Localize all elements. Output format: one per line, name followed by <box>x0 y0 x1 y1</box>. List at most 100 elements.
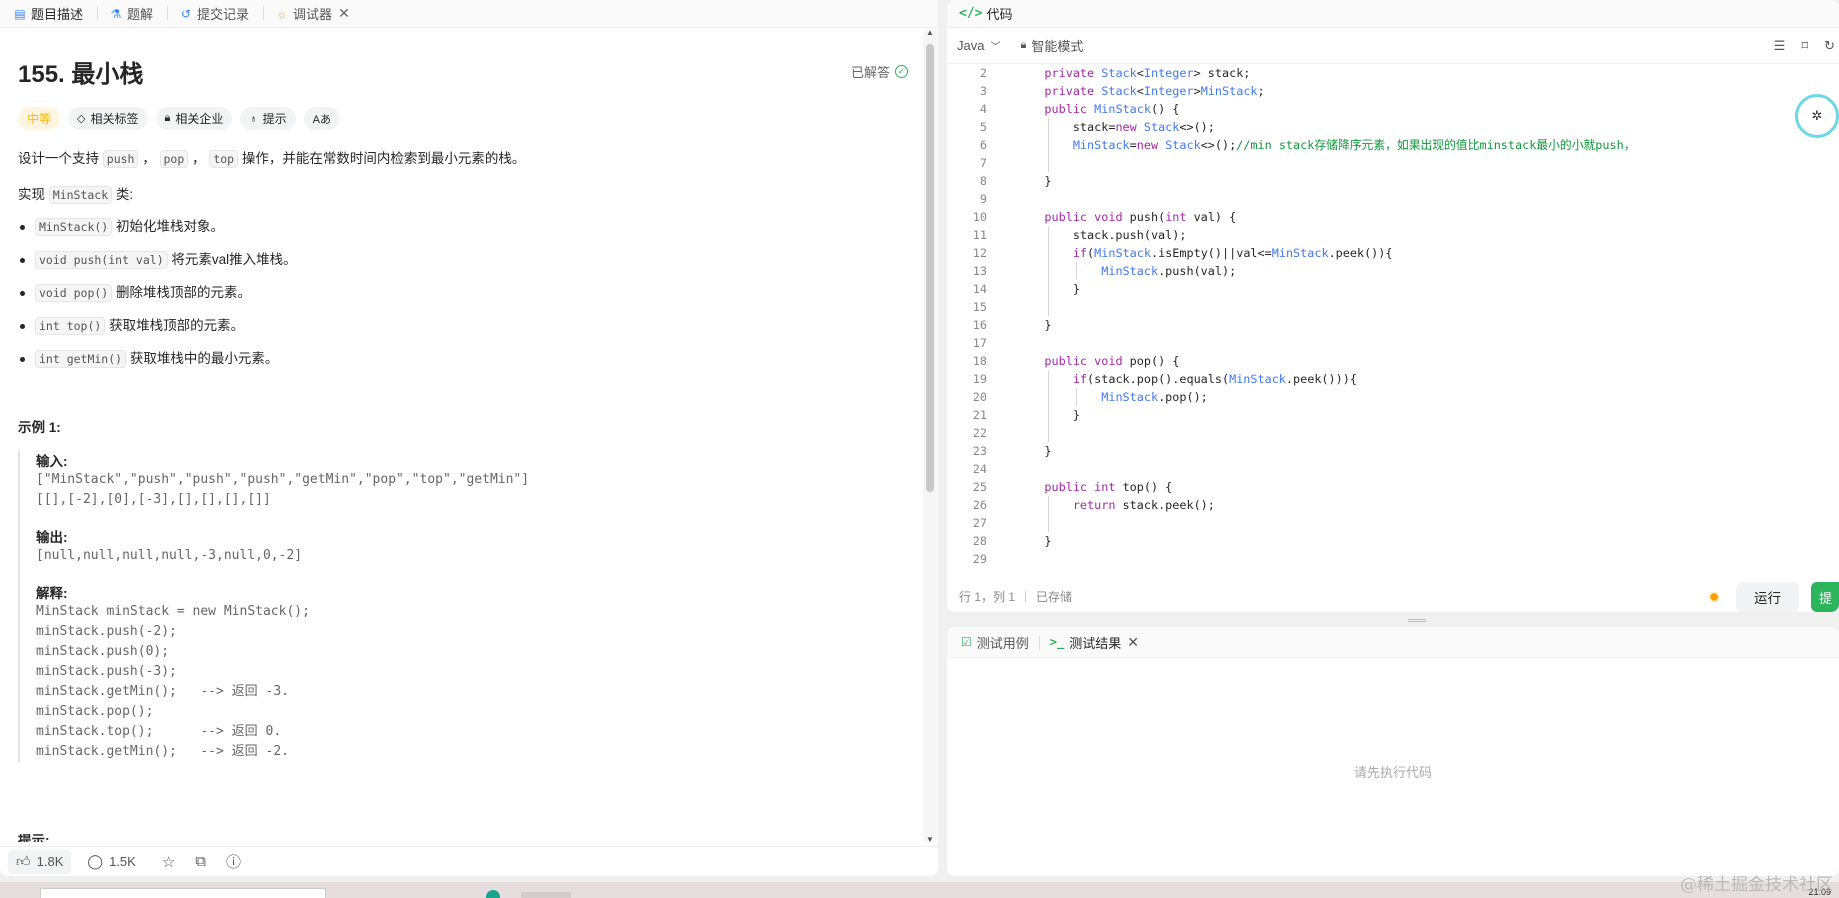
inline-code: pop <box>159 150 189 168</box>
solved-badge: 已解答 ✓ <box>851 62 908 81</box>
explain-line: minStack.getMin(); --> 返回 -2. <box>36 744 289 759</box>
line-number: 14 <box>972 282 987 296</box>
tab-divider <box>263 7 265 20</box>
scroll-down-icon[interactable]: ▼ <box>926 835 934 844</box>
left-tabbar: ▤ 题目描述 ⚗ 题解 ↺ 提交记录 ☼ 调试器 ✕ <box>0 0 938 28</box>
hint-button[interactable]: ♁ 提示 <box>240 107 296 130</box>
scrollbar[interactable]: ▲ ▼ <box>923 28 937 844</box>
help-icon[interactable]: ⓘ <box>226 851 241 872</box>
method-text: 获取堆栈顶部的元素。 <box>109 318 245 333</box>
code-line: 29 <box>947 550 1839 566</box>
submit-button[interactable]: 提 <box>1811 582 1839 612</box>
line-number: 10 <box>972 210 987 224</box>
panel-resize-handle[interactable] <box>1408 619 1426 622</box>
run-button[interactable]: 运行 <box>1736 582 1799 612</box>
related-tags-button[interactable]: ◇ 相关标签 <box>68 107 148 130</box>
line-number: 28 <box>972 534 987 548</box>
hint-label: 提示 <box>262 112 287 126</box>
tab-test-result[interactable]: >_ 测试结果 ✕ <box>1050 633 1139 652</box>
star-icon[interactable]: ☆ <box>162 853 175 871</box>
code-line: 10 public void push(int val) { <box>947 208 1839 226</box>
bookmark-icon[interactable]: ⌑ <box>1801 38 1808 54</box>
desc-text: 类: <box>115 187 134 202</box>
format-icon[interactable]: ☰ <box>1774 38 1786 54</box>
lightbulb-icon: ♁ <box>249 112 258 125</box>
translate-button[interactable]: Aあ <box>303 107 340 130</box>
saved-status: 已存储 <box>1036 589 1073 604</box>
close-icon[interactable]: ✕ <box>338 5 350 22</box>
difficulty-badge: 中等 <box>18 107 61 130</box>
line-number: 8 <box>979 174 987 188</box>
line-number: 18 <box>972 354 987 368</box>
test-panel: ☑ 测试用例 >_ 测试结果 ✕ 请先执行代码 <box>947 627 1839 876</box>
tab-description[interactable]: ▤ 题目描述 <box>14 0 95 28</box>
bottom-action-bar: 👍︎ 1.8K ◯ 1.5K ☆ ⧉ ⓘ <box>0 846 938 876</box>
list-item: int top() 获取堆栈顶部的元素。 <box>18 315 908 337</box>
cursor-position: 行 1，列 1 <box>959 589 1016 604</box>
input-line: ["MinStack","push","push","push","getMin… <box>36 472 530 487</box>
hints-heading: 提示: <box>18 834 50 842</box>
explain-line: MinStack minStack = new MinStack(); <box>36 604 310 619</box>
page-title[interactable]: 155. 最小栈 <box>18 54 143 89</box>
code-line: 19 if(stack.pop().equals(MinStack.peek()… <box>947 370 1839 388</box>
line-number: 11 <box>972 228 987 242</box>
code-line: 5 stack=new Stack<>(); <box>947 118 1839 136</box>
like-button[interactable]: 👍︎ 1.8K <box>8 849 72 874</box>
taskbar-search[interactable] <box>40 888 326 898</box>
line-number: 29 <box>972 552 987 566</box>
code-header: </> 代码 <box>947 0 1839 28</box>
document-icon: ▤ <box>14 6 26 21</box>
scroll-up-icon[interactable]: ▲ <box>926 28 934 37</box>
tab-solutions[interactable]: ⚗ 题解 <box>110 0 165 28</box>
line-number: 27 <box>972 516 987 530</box>
app-icon[interactable] <box>486 890 500 898</box>
comment-button[interactable]: ◯ 1.5K <box>79 850 143 874</box>
assistant-avatar-icon[interactable]: ✲ <box>1795 94 1839 138</box>
desc-text: 实现 <box>18 187 45 202</box>
code-line: 11 stack.push(val); <box>947 226 1839 244</box>
explain-label: 解释: <box>36 586 68 601</box>
method-text: 将元素val推入堆栈。 <box>171 252 297 267</box>
app-icon[interactable] <box>521 892 571 898</box>
debug-icon[interactable]: ✹ <box>1708 589 1720 606</box>
tab-test-cases[interactable]: ☑ 测试用例 <box>961 633 1029 652</box>
comment-icon: ◯ <box>87 853 104 869</box>
line-number: 24 <box>972 462 987 476</box>
explain-line: minStack.pop(); <box>36 704 154 719</box>
chevron-down-icon: ﹀ <box>990 42 1001 53</box>
inline-code: top <box>209 150 239 168</box>
reset-icon[interactable]: ↻ <box>1824 38 1835 54</box>
checkbox-icon: ☑ <box>961 635 972 649</box>
code-line: 16 } <box>947 316 1839 334</box>
tab-label: 测试用例 <box>976 635 1029 651</box>
code-line: 20 MinStack.pop(); <box>947 388 1839 406</box>
code-line: 2 private Stack<Integer> stack; <box>947 64 1839 82</box>
tab-submissions[interactable]: ↺ 提交记录 <box>180 0 261 28</box>
code-line: 22 <box>947 424 1839 442</box>
watermark: @稀土掘金技术社区 <box>1680 875 1833 895</box>
related-companies-button[interactable]: 🔒︎ 相关企业 <box>155 107 233 130</box>
inline-code: MinStack <box>48 186 113 204</box>
line-number: 19 <box>972 372 987 386</box>
language-select[interactable]: Java ﹀ <box>957 38 1000 53</box>
desc-text: ， <box>142 151 156 166</box>
tab-label: 提交记录 <box>197 7 250 22</box>
tab-divider <box>167 7 169 20</box>
line-number: 15 <box>972 300 987 314</box>
solved-label: 已解答 <box>850 65 890 80</box>
check-circle-icon: ✓ <box>895 65 908 78</box>
smart-mode[interactable]: 🔒︎ 智能模式 <box>1020 36 1083 55</box>
close-icon[interactable]: ✕ <box>1127 634 1139 651</box>
list-item: MinStack() 初始化堆栈对象。 <box>18 216 908 238</box>
problem-panel: ▤ 题目描述 ⚗ 题解 ↺ 提交记录 ☼ 调试器 ✕ 155. 最小栈 已解答 … <box>0 0 938 876</box>
code-editor[interactable]: 2 private Stack<Integer> stack; 3 privat… <box>947 64 1839 566</box>
tab-debugger[interactable]: ☼ 调试器 ✕ <box>276 0 362 28</box>
example-title: 示例 1: <box>18 420 61 435</box>
code-line: 7 <box>947 154 1839 172</box>
editor-status-bar: 行 1，列 1 已存储 <box>947 580 1839 612</box>
explain-line: minStack.getMin(); --> 返回 -3. <box>36 684 289 699</box>
output-line: [null,null,null,null,-3,null,0,-2] <box>36 548 303 563</box>
scrollbar-thumb[interactable] <box>926 44 934 492</box>
code-line: 23 } <box>947 442 1839 460</box>
share-icon[interactable]: ⧉ <box>195 853 206 870</box>
